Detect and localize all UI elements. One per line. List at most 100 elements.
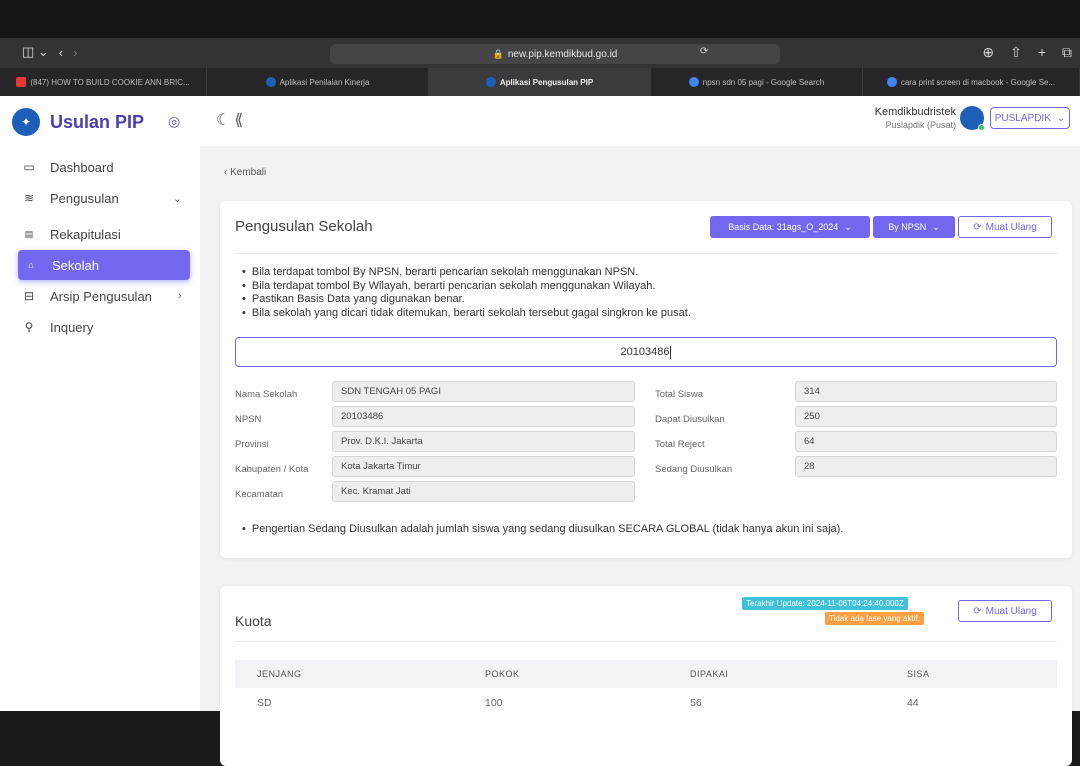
chevron-down-icon: ⌄	[844, 221, 852, 232]
app-name: Usulan PIP	[50, 111, 145, 132]
browser-tab[interactable]: Aplikasi Penilaian Kinerja	[207, 68, 429, 96]
monitor-icon: ▭	[23, 160, 35, 174]
top-header: ☾ ⟪ Kemdikbudristek Puslapdik (Pusat) PU…	[200, 96, 1080, 146]
browser-tab[interactable]: cara print screen di macbook - Google Se…	[863, 68, 1080, 96]
youtube-icon	[16, 77, 27, 87]
field-label: Nama Sekolah	[235, 389, 298, 400]
column-header: SISA	[907, 669, 930, 679]
tab-favicon-icon	[265, 77, 276, 87]
field-label: Provinsi	[235, 439, 269, 450]
field-label: NPSN	[235, 414, 262, 425]
kuota-title: Kuota	[235, 613, 272, 629]
refresh-icon: ⟳	[973, 221, 982, 233]
back-link[interactable]: ‹ Kembali	[224, 167, 266, 178]
user-name: Kemdikbudristek	[874, 106, 956, 118]
sidebar-toggle-icon[interactable]: ◫ ⌄	[22, 44, 49, 60]
share-icon[interactable]: ⇧	[1010, 44, 1022, 61]
field-label: Sedang Diusulkan	[655, 464, 733, 475]
screen-top-bar	[0, 0, 1080, 38]
last-update-badge: Terakhir Update: 2024-11-06T04:24:40.000…	[742, 597, 908, 610]
chevron-right-icon: ›	[177, 290, 182, 302]
divider	[235, 641, 1057, 642]
provinsi-value: Prov. D.K.I. Jakarta	[332, 431, 635, 452]
address-bar[interactable]: 🔒 new.pip.kemdikbud.go.id	[330, 44, 780, 64]
npsn-search-input[interactable]: 20103486	[235, 337, 1057, 367]
lock-icon: 🔒	[492, 48, 504, 59]
table-cell: SD	[257, 697, 272, 709]
forward-nav-icon[interactable]: ›	[73, 45, 77, 60]
search-mode-dropdown[interactable]: By NPSN ⌄	[873, 216, 955, 238]
download-icon[interactable]: ⊕	[982, 44, 994, 61]
reload-button[interactable]: ⟳ Muat Ulang	[958, 216, 1052, 238]
sidebar-item-arsip-pengusulan[interactable]: ⊟ Arsip Pengusulan ›	[18, 281, 190, 311]
moon-icon[interactable]: ☾	[216, 110, 230, 130]
chevron-down-icon: ⌄	[1056, 112, 1066, 124]
column-header: POKOK	[485, 669, 520, 679]
column-header: DIPAKAI	[690, 669, 729, 679]
card-title: Pengusulan Sekolah	[235, 218, 373, 235]
note-item: Pastikan Basis Data yang digunakan benar…	[242, 293, 691, 307]
note-item: Bila sekolah yang dicari tidak ditemukan…	[242, 307, 691, 321]
sidebar-item-inquery[interactable]: ⚲ Inquery	[18, 312, 190, 342]
sidebar-item-rekapitulasi[interactable]: ▤ Rekapitulasi	[18, 219, 190, 249]
npsn-value: 20103486	[332, 406, 635, 427]
browser-tab[interactable]: npsn sdn 05 pagi - Google Search	[651, 68, 863, 96]
app-root: ✦ Usulan PIP ◎ ▭ Dashboard ≋ Pengusulan ⌄ ▤…	[0, 96, 1080, 766]
sidebar: ✦ Usulan PIP ◎ ▭ Dashboard ≋ Pengusulan ⌄ ▤…	[0, 96, 200, 711]
google-icon	[688, 77, 699, 87]
pin-sidebar-icon[interactable]: ◎	[168, 113, 180, 130]
text-cursor	[670, 345, 672, 359]
total-siswa-value: 314	[795, 381, 1057, 402]
field-label: Dapat Diusulkan	[655, 414, 725, 425]
chevron-down-icon: ⌄	[172, 192, 182, 205]
user-role: Puslapdik (Pusat)	[885, 120, 956, 130]
archive-icon: ⊟	[23, 289, 35, 303]
tut-wuri-logo-icon: ✦	[12, 108, 40, 136]
field-label: Kabupaten / Kota	[235, 464, 309, 475]
sidebar-nav: ▭ Dashboard ≋ Pengusulan ⌄ ▤ Rekapitulasi ⌂ S…	[18, 152, 190, 343]
pengusulan-sekolah-card: Pengusulan Sekolah Basis Data: 31ags_O_2…	[220, 201, 1072, 558]
back-nav-icon[interactable]: ‹	[59, 45, 63, 60]
kecamatan-value: Kec. Kramat Jati	[332, 481, 635, 502]
dapat-diusulkan-value: 250	[795, 406, 1057, 427]
note-item: Pengertian Sedang Diusulkan adalah jumla…	[242, 523, 844, 535]
sidebar-item-dashboard[interactable]: ▭ Dashboard	[18, 152, 190, 182]
search-icon: ⚲	[24, 320, 34, 334]
kuota-table-header: JENJANG POKOK DIPAKAI SISA	[235, 660, 1057, 688]
collapse-sidebar-icon[interactable]: ⟪	[234, 110, 243, 130]
new-tab-icon[interactable]: +	[1038, 44, 1046, 61]
table-icon: ▤	[24, 228, 34, 239]
kuota-reload-button[interactable]: ⟳ Muat Ulang	[958, 600, 1052, 622]
kabupaten-value: Kota Jakarta Timur	[332, 456, 635, 477]
field-label: Total Reject	[655, 439, 705, 450]
layers-icon: ≋	[23, 191, 35, 205]
field-label: Kecamatan	[235, 489, 284, 500]
basis-data-dropdown[interactable]: Basis Data: 31ags_O_2024 ⌄	[710, 216, 870, 238]
kuota-card: Kuota Terakhir Update: 2024-11-06T04:24:…	[220, 586, 1072, 766]
chevron-left-icon: ‹	[224, 167, 228, 178]
reload-page-icon[interactable]: ⟳	[700, 46, 708, 57]
tab-favicon-icon	[485, 77, 496, 87]
browser-tabs: (847) HOW TO BUILD COOKIE ANN BRIC... Ap…	[0, 68, 1080, 96]
sidebar-item-sekolah[interactable]: ⌂ Sekolah	[18, 250, 190, 280]
browser-toolbar: ◫ ⌄ ‹ › 🔒 new.pip.kemdikbud.go.id ⟳ ⊕ ⇧ …	[0, 38, 1080, 68]
table-cell: 44	[907, 697, 919, 709]
home-icon: ⌂	[28, 260, 34, 270]
column-header: JENJANG	[257, 669, 302, 679]
brand: ✦ Usulan PIP ◎	[12, 108, 180, 136]
url-text: new.pip.kemdikbud.go.id	[507, 48, 618, 60]
table-cell: 56	[690, 697, 702, 709]
divider	[235, 253, 1057, 254]
browser-tab-active[interactable]: Aplikasi Pengusulan PIP	[429, 68, 651, 96]
nama-sekolah-value: SDN TENGAH 05 PAGI	[332, 381, 635, 402]
note-item: Bila terdapat tombol By Wilayah, berarti…	[242, 280, 691, 294]
browser-tab[interactable]: (847) HOW TO BUILD COOKIE ANN BRIC...	[0, 68, 207, 96]
online-status-dot	[978, 124, 985, 131]
role-dropdown[interactable]: PUSLAPDIK ⌄	[990, 107, 1070, 129]
google-icon	[886, 77, 897, 87]
chevron-down-icon: ⌄	[932, 221, 940, 232]
user-info: Kemdikbudristek Puslapdik (Pusat)	[875, 106, 956, 130]
sidebar-item-pengusulan[interactable]: ≋ Pengusulan ⌄	[18, 183, 190, 213]
note-item: Bila terdapat tombol By NPSN, berarti pe…	[242, 266, 691, 280]
tab-overview-icon[interactable]: ⧉	[1062, 44, 1072, 61]
